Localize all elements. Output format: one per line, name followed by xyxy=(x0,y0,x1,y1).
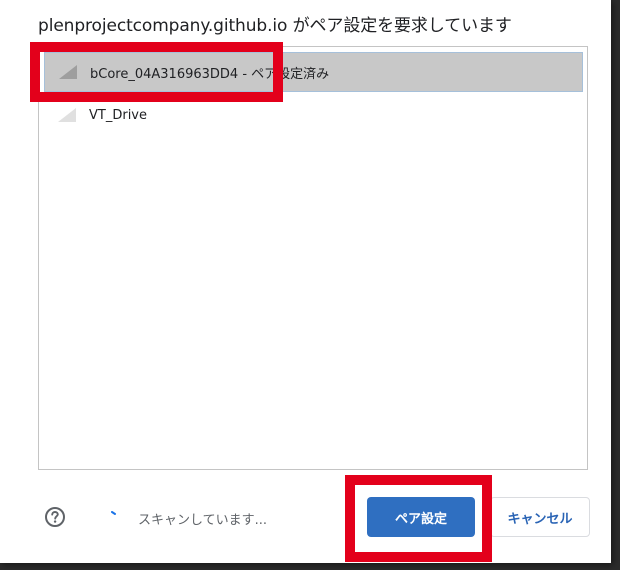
signal-strength-icon xyxy=(59,65,77,79)
device-list-item-bcore[interactable]: bCore_04A316963DD4 - ペア設定済み xyxy=(44,52,583,92)
cancel-button[interactable]: キャンセル xyxy=(490,497,590,537)
page: plenprojectcompany.github.io がペア設定を要求してい… xyxy=(0,0,620,570)
device-name: bCore_04A316963DD4 - ペア設定済み xyxy=(90,66,330,82)
device-name: VT_Drive xyxy=(89,107,147,123)
dialog-footer: スキャンしています... ペア設定 キャンセル xyxy=(0,470,611,563)
bluetooth-pairing-dialog: plenprojectcompany.github.io がペア設定を要求してい… xyxy=(0,0,611,563)
help-circle-icon[interactable] xyxy=(44,506,66,528)
scanning-spinner-icon xyxy=(111,511,116,515)
signal-strength-icon xyxy=(58,108,76,122)
dialog-title: plenprojectcompany.github.io がペア設定を要求してい… xyxy=(38,16,512,36)
pair-button[interactable]: ペア設定 xyxy=(367,497,475,537)
scan-status: スキャンしています... xyxy=(138,513,268,528)
device-list-item-vt-drive[interactable]: VT_Drive xyxy=(44,95,583,135)
device-list[interactable]: bCore_04A316963DD4 - ペア設定済み VT_Drive xyxy=(38,46,588,470)
